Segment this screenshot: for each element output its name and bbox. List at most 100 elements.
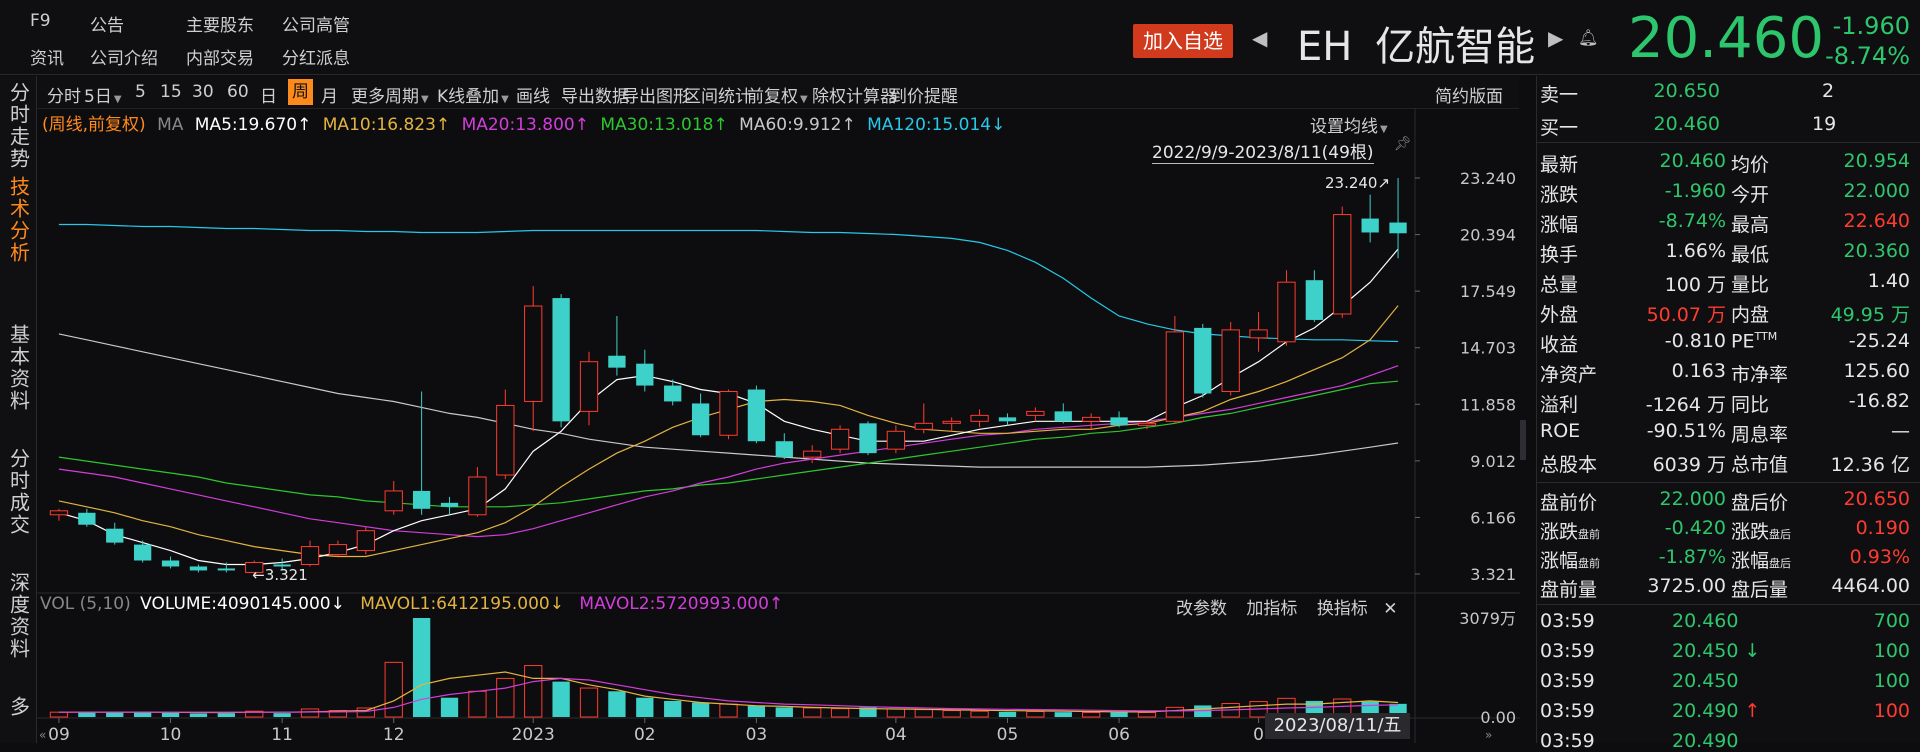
simple-layout-button[interactable]: 简约版面 [1435, 82, 1503, 107]
candle-body-up [496, 404, 515, 476]
vol-tick-label: 3079万 [1459, 609, 1516, 628]
candle-body-up [830, 428, 850, 450]
period-7-button[interactable]: 周 [288, 79, 313, 105]
stat-value: 125.60 [1843, 360, 1910, 382]
scroll-right-icon[interactable]: » [1485, 728, 1492, 742]
volume-bar-down [608, 691, 626, 717]
x-tick-label: 05 [997, 725, 1019, 743]
panel-collapse-handle[interactable] [1520, 420, 1526, 460]
volume-bar-up [1137, 711, 1157, 718]
tab-more[interactable]: 多 [0, 696, 36, 726]
candle-body-down [775, 441, 793, 458]
next-stock-icon[interactable]: ▶ [1548, 26, 1563, 50]
candle-body-up [942, 420, 961, 424]
period-16-button[interactable]: 除权计算器 [812, 82, 897, 107]
candle-body-up [1249, 329, 1268, 339]
tab-deep-data[interactable]: 深度资料 [0, 572, 36, 668]
period-8-button[interactable]: 月 [321, 82, 338, 107]
bell-icon[interactable]: 🔔︎ [1578, 28, 1598, 47]
price-tick-label: 23.240 [1460, 169, 1516, 188]
add-indicator-button[interactable]: 加指标 [1246, 599, 1297, 619]
nav-executives[interactable]: 公司高管 [282, 11, 350, 36]
dropdown-icon: ▼ [421, 94, 429, 105]
period-4-button[interactable]: 30 [192, 82, 214, 102]
tab-label: 技术分析 [6, 176, 31, 264]
nav-company-intro[interactable]: 公司介绍 [90, 44, 158, 69]
price-change: -1.960 [1832, 12, 1910, 40]
candle-body-up [1165, 331, 1185, 422]
candle-body-down [1361, 218, 1379, 233]
candle-body-down [1194, 327, 1212, 394]
stat-value: — [1891, 420, 1910, 442]
add-watchlist-button[interactable]: 加入自选 [1133, 24, 1233, 58]
tab-technical[interactable]: 技术分析 [0, 176, 36, 272]
trade-time: 03:59 [1540, 730, 1595, 752]
nav-news[interactable]: 资讯 [30, 44, 64, 69]
period-1-button[interactable]: 5日 ▼ [84, 82, 122, 107]
prepost-value: 3725.00 [1647, 575, 1726, 597]
stat-label: 总市值 [1731, 454, 1789, 476]
nav-f9[interactable]: F9 [30, 11, 51, 31]
period-15-button[interactable]: 前复权 ▼ [747, 82, 808, 107]
prev-stock-icon[interactable]: ◀ [1252, 26, 1267, 50]
stat-value: 20.954 [1843, 150, 1910, 172]
kline-chart[interactable]: 23.240 20.394 17.549 14.703 11.858 9.012 6.166… [37, 108, 1520, 743]
volume-value: VOLUME:4090145.000↓ [140, 594, 345, 614]
close-icon[interactable]: ✕ [1383, 599, 1397, 619]
tab-tick-trades[interactable]: 分时成交 [0, 448, 36, 544]
trade-volume: 100 [1873, 670, 1910, 692]
period-2-button[interactable]: 5 [135, 82, 146, 102]
period-17-button[interactable]: 到价提醒 [890, 82, 958, 107]
candle-body-down [859, 423, 877, 454]
trade-price: 20.450 ↓ [1672, 640, 1760, 662]
edit-params-button[interactable]: 改参数 [1176, 599, 1227, 619]
volume-bar-up [300, 708, 320, 718]
period-3-button[interactable]: 15 [160, 82, 182, 102]
nav-major-holders[interactable]: 主要股东 [186, 11, 254, 36]
tab-fundamentals[interactable]: 基本资料 [0, 324, 36, 420]
stat-value: 12.36 亿 [1830, 454, 1910, 476]
prepost-value: 20.650 [1843, 488, 1910, 510]
tab-label: 深度资料 [6, 572, 31, 660]
stat-label: 同比 [1731, 394, 1770, 416]
top-bar: F9 公告 主要股东 公司高管 资讯 公司介绍 内部交易 分红派息 加入自选 ◀… [0, 0, 1920, 75]
mavol1-value: MAVOL1:6412195.000↓ [360, 594, 564, 614]
x-tick-label: 12 [383, 725, 405, 743]
period-10-button[interactable]: K线叠加 ▼ [437, 82, 509, 107]
stat-value: 20.460 [1659, 150, 1726, 172]
period-6-button[interactable]: 日 [260, 82, 277, 107]
nav-dividends[interactable]: 分红派息 [282, 44, 350, 69]
period-12-button[interactable]: 导出数据 [561, 82, 629, 107]
prepost-label: 涨幅盘后 [1731, 546, 1791, 573]
switch-indicator-button[interactable]: 换指标 [1317, 599, 1368, 619]
candle-body-up [1221, 329, 1240, 393]
stat-value: 49.95 万 [1830, 304, 1910, 326]
candle-body-up [886, 430, 906, 450]
period-9-button[interactable]: 更多周期 ▼ [351, 82, 429, 107]
stat-label: 溢利 [1540, 394, 1579, 416]
candle-body-down [133, 544, 152, 561]
prepost-label-text: 盘后量 [1731, 579, 1789, 601]
period-14-button[interactable]: 区间统计 [684, 82, 752, 107]
scroll-left-icon[interactable]: « [39, 728, 46, 742]
nav-announcements[interactable]: 公告 [90, 11, 124, 36]
period-0-button[interactable]: 分时 [47, 82, 81, 107]
prepost-value: -1.87% [1658, 546, 1726, 568]
pe-label: PE [1731, 330, 1755, 353]
vol-label: VOL (5,10) [40, 594, 131, 614]
period-5-button[interactable]: 60 [227, 82, 249, 102]
stat-label: 净资产 [1540, 364, 1598, 386]
trade-time: 03:59 [1540, 700, 1595, 722]
period-11-button[interactable]: 画线 [516, 82, 550, 107]
trade-price: 20.490 ↑ [1672, 700, 1760, 722]
stat-label: 涨幅 [1540, 214, 1579, 236]
stock-symbol: EH [1297, 24, 1353, 70]
tab-intraday[interactable]: 分时走势 [0, 82, 36, 178]
stat-label: 今开 [1731, 184, 1770, 206]
period-13-button[interactable]: 导出图形 [622, 82, 690, 107]
volume-bar-down [273, 713, 291, 717]
nav-insider-trades[interactable]: 内部交易 [186, 44, 254, 69]
prepost-sublabel: 盘前 [1578, 557, 1601, 570]
toolbar-item-label: 分时 [47, 87, 81, 107]
divider [1536, 604, 1920, 605]
